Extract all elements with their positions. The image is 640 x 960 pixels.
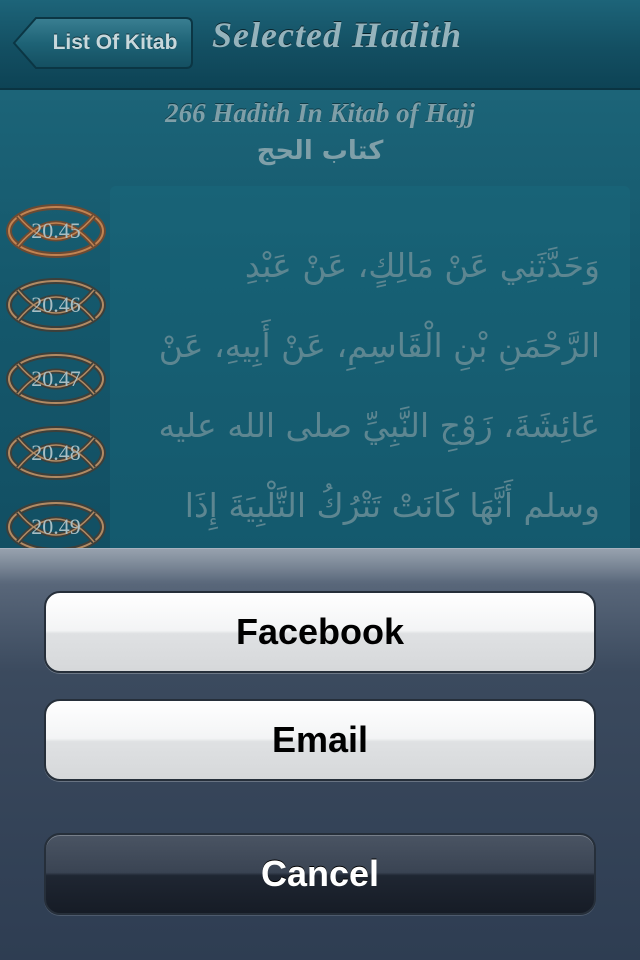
arabic-text-line: وَحَدَّثَنِي عَنْ مَالِكٍ، عَنْ عَبْدِ bbox=[244, 246, 600, 285]
hadith-count-subtitle: 266 Hadith In Kitab of Hajj bbox=[165, 98, 475, 128]
back-button-label: List Of Kitab bbox=[52, 31, 178, 54]
hadith-number: 20.46 bbox=[31, 292, 81, 317]
email-button[interactable]: Email bbox=[44, 699, 596, 781]
navigation-bar: List Of Kitab Selected Hadith bbox=[0, 0, 640, 90]
hadith-number-badge[interactable]: 20.46 bbox=[4, 274, 108, 336]
hadith-number-badge[interactable]: 20.45 bbox=[4, 200, 108, 262]
hadith-number-badge[interactable]: 20.48 bbox=[4, 422, 108, 484]
arabic-kitab-title: كتاب الحج bbox=[256, 136, 384, 166]
arabic-text-line: وسلم أَنَّهَا كَانَتْ تَتْرُكُ التَّلْبِ… bbox=[184, 486, 600, 525]
hadith-content: 266 Hadith In Kitab of Hajj كتاب الحج 20… bbox=[0, 90, 640, 556]
hadith-number-badge[interactable]: 20.47 bbox=[4, 348, 108, 410]
page-title: Selected Hadith bbox=[212, 15, 462, 55]
cancel-button[interactable]: Cancel bbox=[44, 833, 596, 915]
hadith-number: 20.47 bbox=[31, 366, 81, 391]
arabic-text-line: عَائِشَةَ، زَوْجِ النَّبِيِّ صلى الله عل… bbox=[158, 406, 600, 445]
hadith-arabic-text: وَحَدَّثَنِي عَنْ مَالِكٍ، عَنْ عَبْدِ ا… bbox=[140, 226, 600, 546]
back-button[interactable]: List Of Kitab bbox=[12, 16, 194, 70]
screen: List Of Kitab Selected Hadith 266 Hadith… bbox=[0, 0, 640, 960]
share-action-sheet: Facebook Email Cancel bbox=[0, 548, 640, 960]
hadith-number: 20.45 bbox=[31, 218, 81, 243]
hadith-number: 20.48 bbox=[31, 440, 81, 465]
arabic-text-line: الرَّحْمَنِ بْنِ الْقَاسِمِ، عَنْ أَبِيه… bbox=[158, 326, 600, 365]
facebook-button[interactable]: Facebook bbox=[44, 591, 596, 673]
